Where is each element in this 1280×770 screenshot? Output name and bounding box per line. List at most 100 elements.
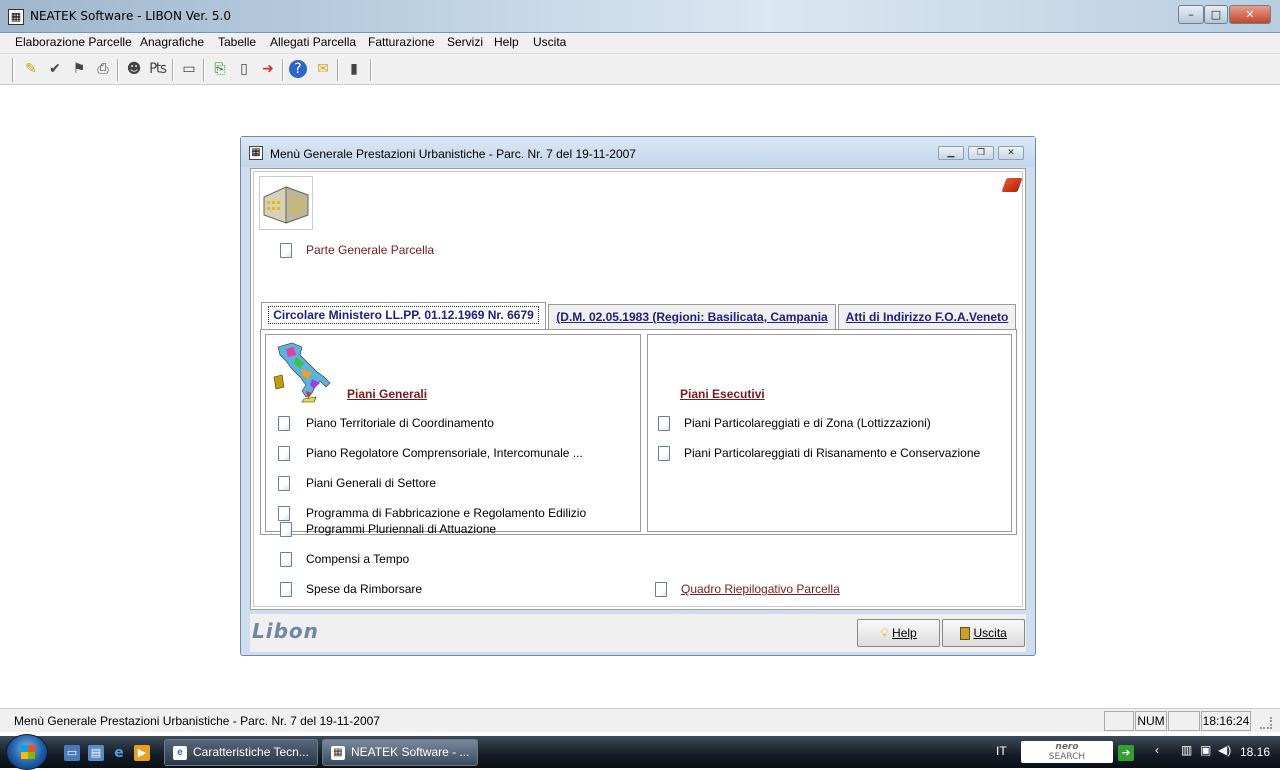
tab-circolare-ministero[interactable]: Circolare Ministero LL.PP. 01.12.1969 Nr… [261,302,546,329]
libon-logo: Libon [252,619,319,643]
piano-territoriale-link[interactable]: Piano Territoriale di Coordinamento [306,416,494,430]
dialog-restore-icon[interactable]: ❐ [968,146,994,160]
tab-dm-1983[interactable]: (D.M. 02.05.1983 (Regioni: Basilicata, C… [548,304,836,329]
exit-doc-icon[interactable]: ➜ [258,59,278,79]
go-arrow-icon[interactable]: ➔ [1118,745,1134,761]
dialog-close-icon[interactable]: ✕ [998,146,1024,160]
show-desktop-icon[interactable]: ▭ [64,745,80,761]
dialog-minimize-icon[interactable]: ▁ [938,146,964,160]
programmi-pluriennali-link[interactable]: Programmi Pluriennali di Attuazione [306,522,496,536]
exit-button[interactable]: Uscita [942,619,1025,647]
building-image [259,176,313,230]
piano-regolatore-link[interactable]: Piano Regolatore Comprensoriale, Interco… [306,446,583,460]
monitor-icon[interactable]: ▣ [1200,743,1211,757]
dialog-inner-frame: Parte Generale Parcella Circolare Minist… [253,171,1023,607]
print-preview-icon[interactable]: ⎘ [210,59,230,79]
menu-help[interactable]: Help [494,35,519,49]
taskbar-clock[interactable]: 18.16 [1240,745,1270,759]
document-icon [278,416,290,431]
window-icon[interactable]: ▭ [179,59,199,79]
help-button[interactable]: 💡︎ Help [857,619,940,647]
toolbar-separator [172,59,174,81]
status-time: 18:16:24 [1201,711,1251,731]
piani-generali-heading: Piani Generali [347,387,428,401]
menu-allegati-parcella[interactable]: Allegati Parcella [270,35,356,49]
document-icon [280,243,292,258]
dialog-footer: Libon 💡︎ Help Uscita [250,614,1026,652]
ie-icon[interactable]: e [111,745,127,761]
toolbar: ✎ ✔ ⚑ ⎙ ☻ ₧ ▭ ⎘ ▯ ➜ ? ✉ ▮ [0,54,1280,85]
compensi-tempo-link[interactable]: Compensi a Tempo [306,552,409,566]
prestazioni-urbanistiche-dialog: ▦ Menù Generale Prestazioni Urbanistiche… [240,136,1036,656]
dialog-title: Menù Generale Prestazioni Urbanistiche -… [270,147,636,161]
taskbar: ▭ ▤ e ▶ e Caratteristiche Tecn... ▦ NEATEK… [0,734,1280,770]
volume-icon[interactable]: ◀) [1218,743,1231,757]
status-scrl [1168,711,1200,731]
menu-fatturazione[interactable]: Fatturazione [368,35,435,49]
document-icon [280,552,292,567]
tab-panel: Piani Generali Piano Territoriale di Coo… [260,329,1017,535]
document-icon [278,476,290,491]
door-icon [960,627,971,641]
menu-bar: Elaborazione Parcelle Anagrafiche Tabell… [0,33,1280,54]
dialog-body: Parte Generale Parcella Circolare Minist… [250,168,1026,610]
people-icon[interactable]: ☻ [124,59,144,79]
app-icon[interactable]: ▦ [8,9,24,25]
piani-risanamento-link[interactable]: Piani Particolareggiati di Risanamento e… [684,446,980,460]
close-icon[interactable]: ✕ [1229,5,1271,24]
task-neatek[interactable]: ▦ NEATEK Software - ... [322,739,478,766]
edit-icon[interactable]: ✎ [21,59,41,79]
eraser-icon[interactable] [1001,178,1023,192]
document-icon [280,522,292,537]
document-icon [658,446,670,461]
document-icon [658,416,670,431]
door-icon[interactable]: ▮ [344,59,364,79]
exit-button-label: Uscita [973,626,1007,640]
minimize-icon[interactable]: – [1178,5,1204,24]
task-label: NEATEK Software - ... [351,745,470,759]
switch-windows-icon[interactable]: ▤ [88,745,104,761]
maximize-icon[interactable]: □ [1204,5,1228,24]
tab-atti-indirizzo-veneto[interactable]: Atti di Indirizzo F.O.A.Veneto [838,304,1016,329]
menu-anagrafiche[interactable]: Anagrafiche [140,35,204,49]
piani-generali-settore-link[interactable]: Piani Generali di Settore [306,476,436,490]
menu-elaborazione-parcelle[interactable]: Elaborazione Parcelle [15,35,132,49]
toolbar-grip[interactable] [12,58,15,82]
task-caratteristiche[interactable]: e Caratteristiche Tecn... [164,739,318,766]
app-titlebar[interactable]: ▦ NEATEK Software - LIBON Ver. 5.0 – □ ✕ [0,0,1280,33]
document-icon[interactable]: ▯ [234,59,254,79]
piani-esecutivi-heading: Piani Esecutivi [680,387,765,401]
folder-icon[interactable]: ✉ [313,59,333,79]
media-player-icon[interactable]: ▶ [134,745,150,761]
start-button[interactable] [6,734,48,770]
piani-esecutivi-panel: Piani Esecutivi Piani Particolareggiati … [647,334,1012,532]
network-icon[interactable]: ▥ [1181,743,1192,757]
check-icon[interactable]: ✔ [45,59,65,79]
dialog-app-icon[interactable]: ▦ [249,146,263,160]
menu-servizi[interactable]: Servizi [447,35,483,49]
windows-logo-icon [21,745,35,759]
user-check-icon[interactable]: ⚑ [69,59,89,79]
toolbar-separator [203,59,205,81]
menu-uscita[interactable]: Uscita [533,35,566,49]
language-indicator[interactable]: IT [996,744,1007,758]
programma-fabbricazione-link[interactable]: Programma di Fabbricazione e Regolamento… [306,506,586,520]
nero-search-box[interactable]: nero SEARCH [1021,741,1113,763]
lightbulb-icon: 💡︎ [880,626,889,640]
resize-grip[interactable] [1260,717,1272,729]
quadro-riepilogativo-link[interactable]: Quadro Riepilogativo Parcella [681,582,840,596]
menu-tabelle[interactable]: Tabelle [218,35,256,49]
invoice-icon[interactable]: ₧ [148,59,168,79]
building-icon [263,186,309,224]
tab-label: Circolare Ministero LL.PP. 01.12.1969 Nr… [268,306,539,324]
help-icon[interactable]: ? [289,60,307,78]
spese-rimborsare-link[interactable]: Spese da Rimborsare [306,582,422,596]
piani-lottizzazioni-link[interactable]: Piani Particolareggiati e di Zona (Lotti… [684,416,931,430]
tray-expand-icon[interactable]: ‹ [1155,743,1159,757]
nero-brand: nero [1055,742,1079,752]
parte-generale-link[interactable]: Parte Generale Parcella [306,243,434,257]
document-icon [655,582,667,597]
printer-icon[interactable]: ⎙ [93,59,113,79]
document-icon [278,446,290,461]
dialog-titlebar[interactable]: ▦ Menù Generale Prestazioni Urbanistiche… [241,137,1035,167]
